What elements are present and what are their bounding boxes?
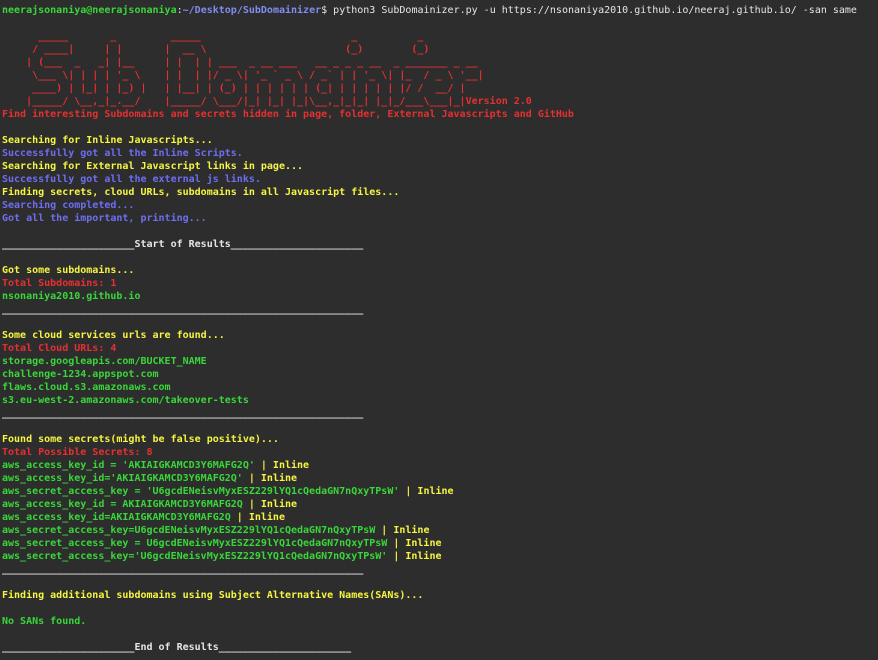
secret-item: aws_access_key_id='AKIAIGKAMCD3Y6MAFG2Q'… <box>2 472 876 485</box>
secret-source-tag: | Inline <box>375 525 430 536</box>
prompt-line: neerajsonaniya@neerajsonaniya:~/Desktop/… <box>2 4 876 17</box>
secret-text: aws_access_key_id=AKIAIGKAMCD3Y6MAFG2Q <box>2 512 231 523</box>
progress-line: Searching for External Javascript links … <box>2 161 304 172</box>
secret-item: aws_access_key_id = 'AKIAIGKAMCD3Y6MAFG2… <box>2 459 876 472</box>
secret-text: aws_access_key_id = AKIAIGKAMCD3Y6MAFG2Q <box>2 499 243 510</box>
secret-item: aws_secret_access_key = U6gcdENeisvMyxES… <box>2 537 876 550</box>
secret-text: aws_secret_access_key = 'U6gcdENeisvMyxE… <box>2 486 400 497</box>
secret-text: aws_access_key_id = 'AKIAIGKAMCD3Y6MAFG2… <box>2 460 255 471</box>
terminal-window[interactable]: neerajsonaniya@neerajsonaniya:~/Desktop/… <box>0 0 878 660</box>
cloud-url-item: storage.googleapis.com/BUCKET_NAME <box>2 356 207 367</box>
secret-text: aws_secret_access_key = U6gcdENeisvMyxES… <box>2 538 388 549</box>
progress-line: Got all the important, printing... <box>2 213 207 224</box>
cloud-total: Total Cloud URLs: 4 <box>2 343 117 354</box>
prompt-user-host: neerajsonaniya@neerajsonaniya <box>2 5 177 16</box>
secret-source-tag: | Inline <box>230 512 285 523</box>
subdomains-heading: Got some subdomains... <box>2 265 135 276</box>
progress-line: Searching for Inline Javascripts... <box>2 135 213 146</box>
secret-item: aws_secret_access_key=U6gcdENeisvMyxESZ2… <box>2 524 876 537</box>
section-divider: ________________________________________… <box>2 408 364 419</box>
progress-line: Successfully got all the Inline Scripts. <box>2 148 243 159</box>
sans-heading: Finding additional subdomains using Subj… <box>2 590 424 601</box>
prompt-path: ~/Desktop/SubDomainizer <box>182 5 322 16</box>
ascii-banner: _____ _ _____ _ _ / ____| | | | __ \ (_)… <box>2 30 876 108</box>
command-text: python3 SubDomainizer.py -u https://nson… <box>333 5 857 16</box>
secret-source-tag: | Inline <box>399 486 454 497</box>
secret-item: aws_secret_access_key='U6gcdENeisvMyxESZ… <box>2 550 876 563</box>
secret-text: aws_secret_access_key=U6gcdENeisvMyxESZ2… <box>2 525 376 536</box>
progress-line: Finding secrets, cloud URLs, subdomains … <box>2 187 400 198</box>
secret-source-tag: | Inline <box>387 538 442 549</box>
secret-source-tag: | Inline <box>387 551 442 562</box>
start-of-results: ______________________Start of Results__… <box>2 239 364 250</box>
cloud-heading: Some cloud services urls are found... <box>2 330 225 341</box>
section-divider: ________________________________________… <box>2 564 364 575</box>
progress-line: Searching completed... <box>2 200 135 211</box>
subdomains-total: Total Subdomains: 1 <box>2 278 117 289</box>
secret-item: aws_access_key_id=AKIAIGKAMCD3Y6MAFG2Q |… <box>2 511 876 524</box>
ascii-art: _____ _ _____ _ _ / ____| | | | __ \ (_)… <box>26 31 484 107</box>
secret-source-tag: | Inline <box>254 460 310 471</box>
cloud-url-item: s3.eu-west-2.amazonaws.com/takeover-test… <box>2 395 249 406</box>
end-of-results: ______________________End of Results____… <box>2 642 352 653</box>
progress-line: Successfully got all the external js lin… <box>2 174 261 185</box>
secret-item: aws_access_key_id = AKIAIGKAMCD3Y6MAFG2Q… <box>2 498 876 511</box>
version-label: Version 2.0 <box>465 96 532 107</box>
secret-source-tag: | Inline <box>242 499 298 510</box>
subdomain-item: nsonaniya2010.github.io <box>2 291 141 302</box>
cloud-url-item: flaws.cloud.s3.amazonaws.com <box>2 382 171 393</box>
prompt-dollar: $ <box>321 5 334 16</box>
progress-list: Searching for Inline Javascripts... Succ… <box>2 134 876 225</box>
tagline: Find interesting Subdomains and secrets … <box>2 109 574 120</box>
secret-item: aws_secret_access_key = 'U6gcdENeisvMyxE… <box>2 485 876 498</box>
secrets-heading: Found some secrets(might be false positi… <box>2 434 279 445</box>
sans-result: No SANs found. <box>2 616 87 627</box>
section-divider: ________________________________________… <box>2 304 364 315</box>
secret-source-tag: | Inline <box>242 473 298 484</box>
secrets-total: Total Possible Secrets: 8 <box>2 447 153 458</box>
secret-text: aws_secret_access_key='U6gcdENeisvMyxESZ… <box>2 551 388 562</box>
secret-text: aws_access_key_id='AKIAIGKAMCD3Y6MAFG2Q' <box>2 473 243 484</box>
cloud-url-item: challenge-1234.appspot.com <box>2 369 159 380</box>
